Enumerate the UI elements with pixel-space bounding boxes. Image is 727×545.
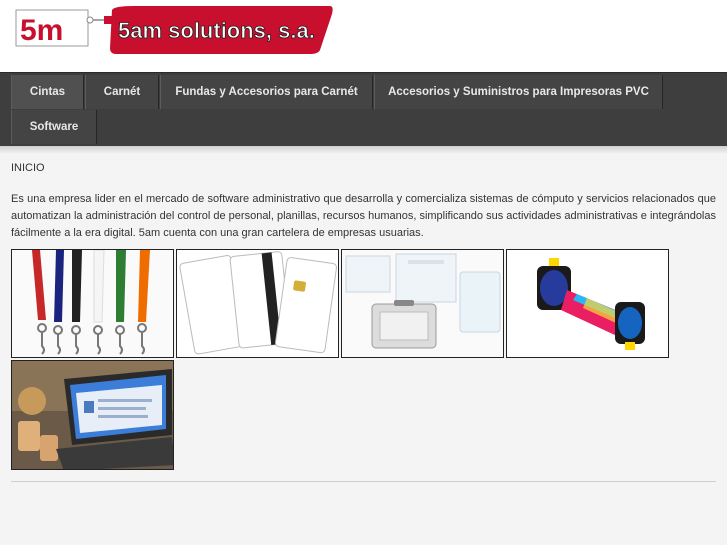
- nav-item-label: Software: [29, 121, 79, 133]
- product-image-software[interactable]: [11, 360, 174, 470]
- nav-item-label: Carnét: [103, 86, 141, 98]
- product-image-carnet[interactable]: [176, 249, 339, 358]
- svg-text:5m: 5m: [20, 14, 63, 47]
- nav-item-accesorios-pvc[interactable]: Accesorios y Suministros para Impresoras…: [374, 75, 663, 109]
- company-logo[interactable]: 5m 5am solutions, s.a.: [14, 4, 334, 54]
- nav-item-cintas[interactable]: Cintas: [11, 75, 84, 109]
- breadcrumb: INICIO: [11, 162, 45, 174]
- main-content: INICIO Es una empresa lider en el mercad…: [11, 160, 716, 242]
- svg-text:5am solutions, s.a.: 5am solutions, s.a.: [118, 18, 315, 43]
- content-divider: [11, 481, 716, 482]
- site-header: 5m 5am solutions, s.a.: [0, 0, 727, 72]
- product-image-fundas[interactable]: [341, 249, 504, 358]
- nav-item-fundas[interactable]: Fundas y Accesorios para Carnét: [160, 75, 373, 109]
- nav-shadow: [0, 146, 727, 154]
- product-image-cintas[interactable]: [11, 249, 174, 358]
- nav-item-software[interactable]: Software: [11, 110, 97, 144]
- nav-item-carnet[interactable]: Carnét: [85, 75, 159, 109]
- main-navigation: Cintas Carnét Fundas y Accesorios para C…: [0, 72, 727, 147]
- product-image-ribbon[interactable]: [506, 249, 669, 358]
- nav-item-label: Fundas y Accesorios para Carnét: [175, 86, 358, 98]
- nav-item-label: Accesorios y Suministros para Impresoras…: [388, 86, 649, 98]
- nav-item-label: Cintas: [29, 86, 66, 98]
- company-description: Es una empresa lider en el mercado de so…: [11, 193, 716, 239]
